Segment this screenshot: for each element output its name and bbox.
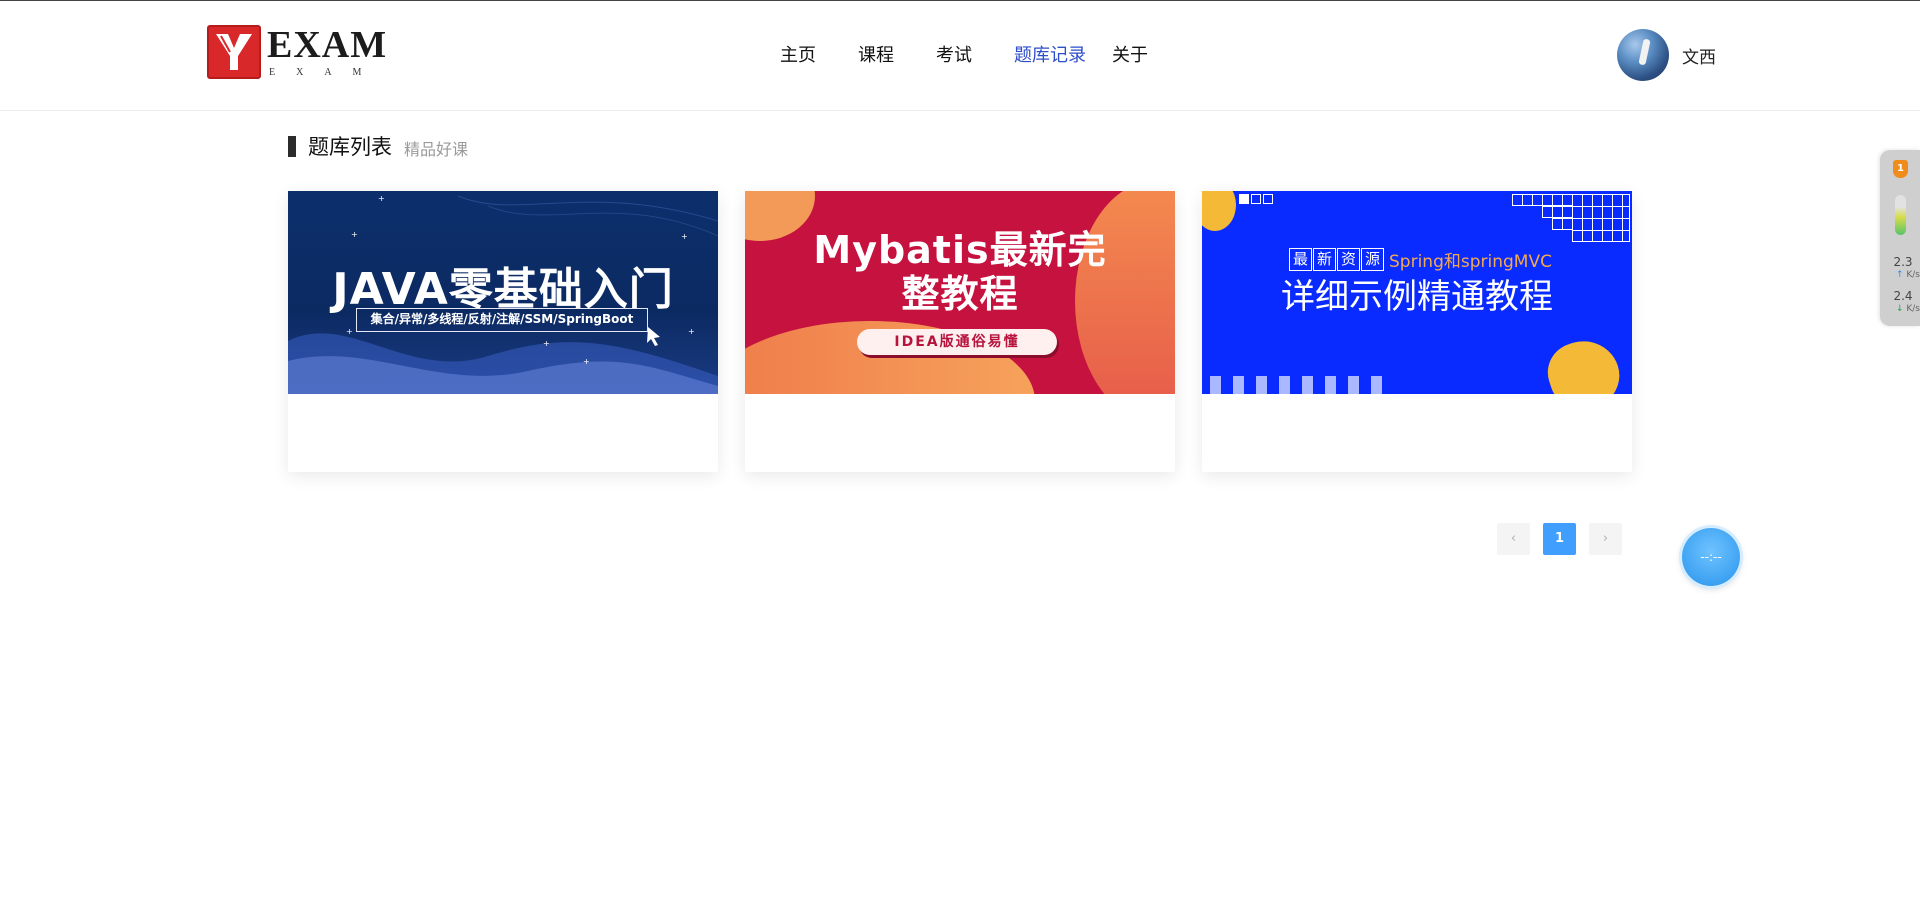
boxed-char: 新 [1313, 248, 1336, 271]
svg-text:+: + [378, 194, 385, 203]
course-banner-java: + + + + + + + JAVA零基础入门 集合/异常/多线程/反射/注解/… [288, 191, 718, 394]
page-subtitle: 精品好课 [404, 140, 469, 159]
card-body [1202, 394, 1632, 472]
user-menu[interactable]: 文西 [1617, 29, 1716, 81]
boxed-char: 最 [1289, 248, 1312, 271]
nav-courses[interactable]: 课程 [858, 41, 894, 71]
banner-spring-topic: Spring和springMVC [1389, 252, 1552, 272]
page-1-button[interactable]: 1 [1543, 523, 1576, 555]
banner-java-tagline: 集合/异常/多线程/反射/注解/SSM/SpringBoot [356, 308, 648, 332]
svg-text:+: + [681, 232, 688, 241]
banner-mybatis-headline-line1: Mybatis最新完 [813, 228, 1107, 272]
download-speed-value: 2.4 [1893, 289, 1913, 303]
shield-badge-icon: 1 [1893, 160, 1908, 178]
pagination: ‹ 1 › [1497, 523, 1635, 555]
svg-text:+: + [351, 230, 358, 239]
main-nav: 主页 课程 考试 题库记录 关于 [780, 41, 1148, 71]
download-speed-unit: ↓ K/s [1888, 304, 1920, 314]
card-body [745, 394, 1175, 472]
nav-about[interactable]: 关于 [1112, 41, 1148, 71]
boxed-char: 源 [1361, 248, 1384, 271]
svg-text:+: + [543, 339, 550, 348]
blob-decoration [1202, 191, 1236, 231]
avatar[interactable] [1617, 29, 1669, 81]
course-card-java[interactable]: + + + + + + + JAVA零基础入门 集合/异常/多线程/反射/注解/… [288, 191, 718, 472]
prev-page-button[interactable]: ‹ [1497, 523, 1530, 555]
banner-spring-subline: 最 新 资 源 Spring和springMVC [1289, 247, 1552, 272]
course-banner-mybatis: Mybatis最新完 整教程 IDEA版通俗易懂 [745, 191, 1175, 394]
banner-mybatis-headline-line2: 整教程 [901, 272, 1019, 316]
upload-unit-label: K/s [1906, 270, 1920, 280]
title-accent-bar [288, 136, 296, 157]
course-card-mybatis[interactable]: Mybatis最新完 整教程 IDEA版通俗易懂 [745, 191, 1175, 472]
banner-mybatis-headline: Mybatis最新完 整教程 [745, 228, 1175, 316]
course-card-spring[interactable]: 最 新 资 源 Spring和springMVC 详细示例精通教程 [1202, 191, 1632, 472]
svg-text:+: + [346, 327, 353, 336]
nav-question-bank-records[interactable]: 题库记录 [1014, 41, 1086, 71]
banner-mybatis-pill: IDEA版通俗易懂 [857, 329, 1057, 355]
logo-wordmark: EXAM [267, 24, 388, 66]
site-logo[interactable]: EXAM EXAM [207, 25, 386, 81]
floating-timer-button[interactable]: --:-- [1682, 528, 1740, 586]
section-header: 题库列表 精品好课 [288, 132, 468, 162]
nav-exams[interactable]: 考试 [936, 41, 972, 71]
download-unit-label: K/s [1906, 304, 1920, 314]
card-body [288, 394, 718, 472]
network-speed-widget[interactable]: 1 2.3 ↑ K/s 2.4 ↓ K/s [1880, 150, 1920, 326]
upload-speed-value: 2.3 [1893, 255, 1913, 269]
logo-subtext: EXAM [269, 67, 383, 78]
banner-spring-headline: 详细示例精通教程 [1281, 277, 1553, 317]
upload-speed-unit: ↑ K/s [1888, 270, 1920, 280]
site-header: EXAM EXAM 主页 课程 考试 题库记录 关于 文西 [0, 1, 1920, 111]
user-name[interactable]: 文西 [1682, 43, 1716, 68]
level-meter [1895, 195, 1906, 235]
arrow-up-icon: ↑ [1895, 270, 1904, 280]
next-page-button[interactable]: › [1589, 523, 1622, 555]
course-card-list: + + + + + + + JAVA零基础入门 集合/异常/多线程/反射/注解/… [288, 191, 1632, 472]
blob-decoration [1540, 331, 1628, 394]
grid-decoration [1512, 194, 1630, 242]
boxed-char: 资 [1337, 248, 1360, 271]
course-banner-spring: 最 新 资 源 Spring和springMVC 详细示例精通教程 [1202, 191, 1632, 394]
svg-text:+: + [583, 357, 590, 366]
logo-y-icon [207, 25, 261, 79]
bar-decoration [1210, 376, 1394, 394]
arrow-down-icon: ↓ [1895, 304, 1904, 314]
square-decoration [1239, 194, 1275, 204]
svg-text:+: + [688, 327, 695, 336]
page-title: 题库列表 [308, 135, 392, 159]
nav-home[interactable]: 主页 [780, 41, 816, 71]
